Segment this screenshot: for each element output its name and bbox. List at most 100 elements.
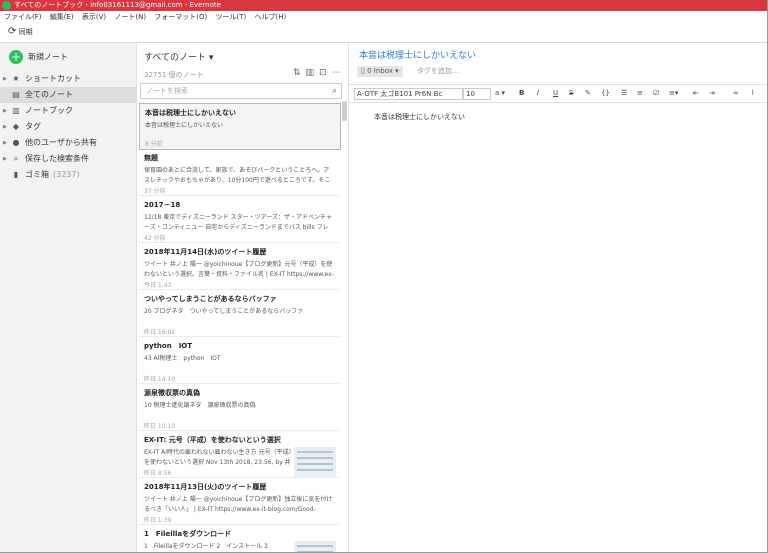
note-title-field[interactable]: 本音は税理士にしかいえない bbox=[359, 48, 476, 61]
note-title: 2018年11月14日(水)のツイート履歴 bbox=[144, 248, 267, 256]
reminder-icon[interactable]: ▯ bbox=[361, 67, 365, 75]
note-thumbnail bbox=[294, 447, 336, 477]
attachment-icon[interactable]: ⌇ bbox=[751, 85, 754, 102]
trash-count: (3237) bbox=[53, 170, 80, 179]
menu-format[interactable]: フォーマット(O) bbox=[154, 13, 207, 21]
sync-button[interactable]: ⟳ 同期 bbox=[8, 27, 33, 37]
list-item[interactable]: 無題 保育園のあとに合流して、家族で、あそびパークということろへ。アスレチックや… bbox=[139, 149, 339, 196]
menu-tools[interactable]: ツール(T) bbox=[216, 13, 247, 21]
italic-icon[interactable]: I bbox=[537, 85, 539, 102]
menu-bar: ファイル(F) 編集(E) 表示(V) ノート(N) フォーマット(O) ツール… bbox=[0, 11, 768, 23]
note-editor: 本音は税理士にしかいえない ▯ 0 Inbox ▾ タグを追加... A-OTF… bbox=[349, 43, 768, 553]
list-item[interactable]: EX-IT: 元号（平成）を使わないという選択 EX-IT AI時代の雇われない… bbox=[139, 431, 339, 478]
note-list-title[interactable]: すべてのノート ▾ bbox=[144, 50, 213, 63]
sidebar-item-tags[interactable]: ▶ ◆ タグ bbox=[0, 119, 136, 135]
strikethrough-icon[interactable]: S bbox=[569, 85, 573, 102]
sort-icon[interactable]: ⇅ bbox=[293, 68, 306, 78]
search-icon: ⌕ bbox=[13, 154, 19, 163]
note-title: 無題 bbox=[144, 154, 158, 162]
note-date: 昨日 10:10 bbox=[144, 423, 176, 430]
note-title: 源泉徴収票の真偽 bbox=[144, 389, 200, 397]
link-icon[interactable]: ∞ bbox=[733, 85, 739, 102]
users-icon: ● bbox=[12, 138, 20, 147]
menu-edit[interactable]: 編集(E) bbox=[50, 13, 74, 21]
expand-triangle-icon[interactable]: ▶ bbox=[3, 119, 7, 135]
font-selector[interactable]: A-OTF 太ゴB101 Pr6N Bc bbox=[354, 88, 463, 100]
toolbar: ⟳ 同期 bbox=[0, 23, 768, 43]
tag-icon: ◆ bbox=[12, 122, 20, 131]
note-title: 2018年11月13日(火)のツイート履歴 bbox=[144, 483, 267, 491]
menu-help[interactable]: ヘルプ(H) bbox=[255, 13, 287, 21]
sidebar-item-trash[interactable]: ▮ ゴミ箱 (3237) bbox=[0, 167, 136, 183]
new-note-button[interactable]: + 新規ノート bbox=[9, 50, 68, 65]
bold-icon[interactable]: B bbox=[519, 85, 524, 102]
expand-triangle-icon[interactable]: ▶ bbox=[3, 71, 7, 87]
share-icon[interactable]: ⊡ bbox=[319, 68, 332, 78]
expand-triangle-icon[interactable]: ▶ bbox=[3, 135, 7, 151]
underline-icon[interactable]: U bbox=[553, 85, 558, 102]
highlight-icon[interactable]: ✎ bbox=[585, 85, 591, 102]
sync-label: 同期 bbox=[18, 28, 33, 36]
notebook-selector[interactable]: ▯ 0 Inbox ▾ bbox=[357, 66, 403, 77]
list-item[interactable]: 源泉徴収票の真偽 10 税理士進化論ネタ 源泉徴収票の真偽 昨日 10:10 bbox=[139, 384, 339, 431]
note-snippet: 12/18 東京でディズニーランド スター・ツアーズ：ザ・アドベンチャーズ・コン… bbox=[144, 214, 332, 231]
expand-triangle-icon[interactable]: ▶ bbox=[3, 103, 7, 119]
view-options-icon[interactable]: ▥ bbox=[306, 68, 320, 78]
star-icon: ★ bbox=[12, 74, 20, 83]
numbered-list-icon[interactable]: ≡ bbox=[637, 85, 643, 102]
sidebar-item-saved-searches[interactable]: ▶ ⌕ 保存した検索条件 bbox=[0, 151, 136, 167]
note-title: EX-IT: 元号（平成）を使わないという選択 bbox=[144, 436, 281, 444]
outdent-icon[interactable]: ⇤ bbox=[693, 85, 699, 102]
align-icon[interactable]: ≡▾ bbox=[669, 85, 678, 102]
sidebar-item-all-notes[interactable]: ▤ 全てのノート bbox=[0, 87, 136, 103]
note-date: 昨日 1:39 bbox=[144, 517, 172, 524]
note-body[interactable]: 本音は税理士にしかいえない bbox=[374, 112, 465, 122]
sidebar-item-label: 他のユーザから共有 bbox=[25, 138, 97, 147]
list-item[interactable]: python IOT 43 AI税理士 python IOT 昨日 14:10 bbox=[139, 337, 339, 384]
notebook-name: Inbox ▾ bbox=[373, 67, 399, 75]
bullet-list-icon[interactable]: ☰ bbox=[621, 85, 627, 102]
notebook-icon: ▥ bbox=[12, 106, 20, 115]
checkbox-icon[interactable]: ☑ bbox=[653, 85, 659, 102]
text-color-icon[interactable]: a ▾ bbox=[495, 85, 505, 102]
search-placeholder: ノートを検索 bbox=[146, 87, 188, 95]
title-bar: すべてのノートブック - info03161113@gmail.com - Ev… bbox=[0, 0, 768, 11]
note-snippet: 本音は税理士にしかいえない bbox=[145, 122, 224, 129]
menu-view[interactable]: 表示(V) bbox=[82, 13, 106, 21]
font-size-selector[interactable]: 10 bbox=[463, 88, 491, 100]
search-icon[interactable]: ⌕ bbox=[332, 84, 337, 98]
sidebar-item-notebooks[interactable]: ▶ ▥ ノートブック bbox=[0, 103, 136, 119]
note-snippet: 43 AI税理士 python IOT bbox=[144, 355, 221, 362]
list-item[interactable]: 2017－18 12/18 東京でディズニーランド スター・ツアーズ：ザ・アドベ… bbox=[139, 196, 339, 243]
more-icon[interactable]: ⋯ bbox=[332, 68, 346, 78]
sidebar-item-label: 全てのノート bbox=[25, 90, 73, 99]
tag-input[interactable]: タグを追加... bbox=[417, 67, 459, 75]
sidebar-item-label: 保存した検索条件 bbox=[25, 154, 89, 163]
sidebar-item-label: タグ bbox=[25, 122, 41, 131]
note-snippet: 20 ブログネタ ついやってしまうことがあるならバッファ bbox=[144, 308, 304, 315]
list-item[interactable]: 2018年11月14日(水)のツイート履歴 ツイート 井ノ上 陽一 @yoich… bbox=[139, 243, 339, 290]
indent-icon[interactable]: ⇥ bbox=[709, 85, 715, 102]
note-meta-bar: ▯ 0 Inbox ▾ タグを追加... bbox=[357, 66, 459, 77]
new-note-label: 新規ノート bbox=[28, 52, 68, 62]
note-title: 1 Fileillaをダウンロード bbox=[144, 530, 232, 538]
code-icon[interactable]: {} bbox=[601, 85, 610, 102]
trash-icon: ▮ bbox=[13, 170, 19, 179]
sidebar-item-shared[interactable]: ▶ ● 他のユーザから共有 bbox=[0, 135, 136, 151]
list-item[interactable]: 1 Fileillaをダウンロード 1 Fileillaをダウンロード 2 イン… bbox=[139, 525, 339, 553]
list-item[interactable]: ついやってしまうことがあるならバッファ 20 ブログネタ ついやってしまうことが… bbox=[139, 290, 339, 337]
search-input[interactable]: ノートを検索 ⌕ bbox=[140, 83, 342, 99]
note-date: 昨日 14:10 bbox=[144, 376, 176, 383]
expand-triangle-icon[interactable]: ▶ bbox=[3, 151, 7, 167]
sidebar-item-trash-text: ゴミ箱 (3237) bbox=[25, 167, 80, 183]
menu-note[interactable]: ノート(N) bbox=[114, 13, 146, 21]
plus-icon: + bbox=[9, 50, 23, 64]
list-item[interactable]: 2018年11月13日(火)のツイート履歴 ツイート 井ノ上 陽一 @yoich… bbox=[139, 478, 339, 525]
list-item[interactable]: 本音は税理士にしかいえない 本音は税理士にしかいえない 8 分前 bbox=[139, 103, 341, 150]
note-date: 昨日 8:56 bbox=[144, 470, 172, 477]
scrollbar[interactable] bbox=[342, 101, 347, 121]
note-snippet: EX-IT AI時代の雇われない雇わない生き方 元号（平成）を使わないという選択… bbox=[144, 449, 292, 466]
menu-file[interactable]: ファイル(F) bbox=[4, 13, 42, 21]
note-snippet: ツイート 井ノ上 陽一 @yoichinoue【ブログ更新】独立後に気を付けるべ… bbox=[144, 496, 333, 513]
sidebar-item-shortcuts[interactable]: ▶ ★ ショートカット bbox=[0, 71, 136, 87]
